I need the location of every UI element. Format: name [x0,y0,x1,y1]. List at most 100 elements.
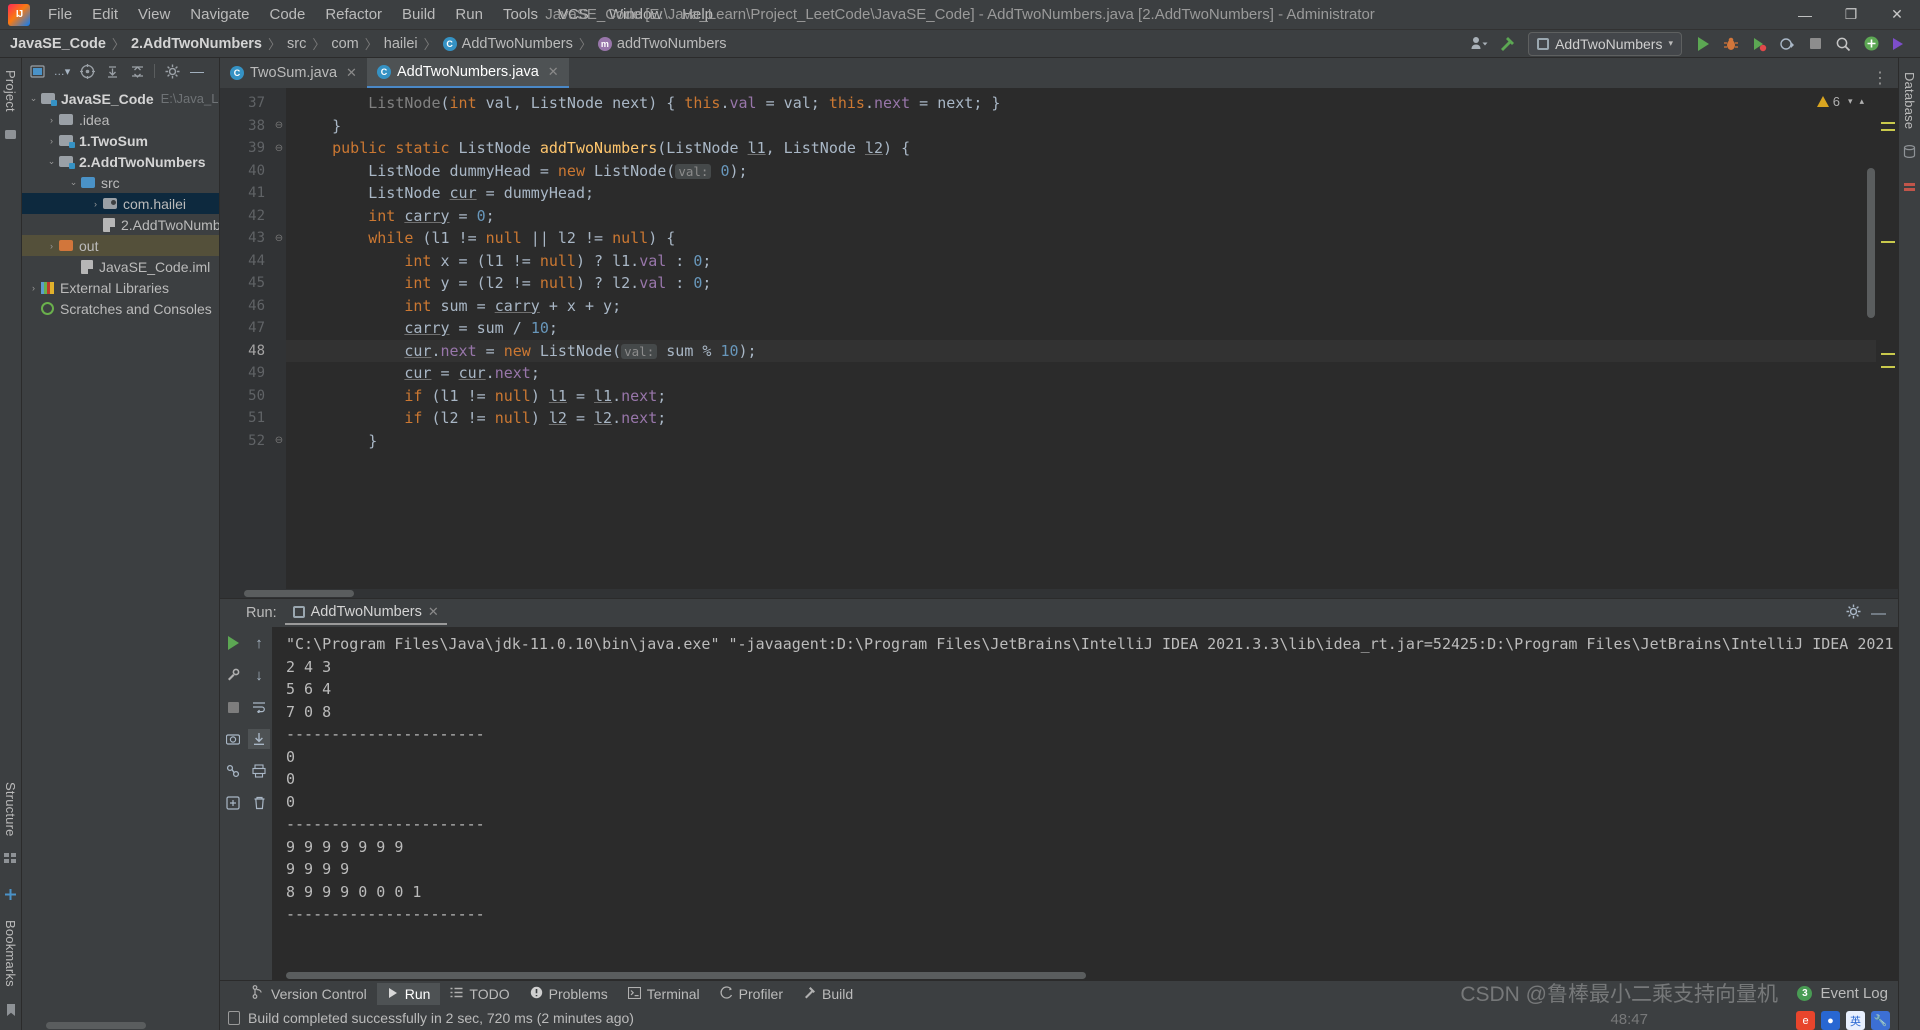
database-icon[interactable] [1903,145,1916,161]
menu-view[interactable]: View [128,2,180,27]
fold-marker[interactable]: ⊖ [272,430,286,453]
inspection-warnings-badge[interactable]: 6 ▾ ▴ [1816,94,1864,109]
tree-node-src[interactable]: ⌄ src [22,172,219,193]
menu-file[interactable]: File [38,2,82,27]
debug-button[interactable] [1718,32,1744,56]
system-tray[interactable]: e ● 英 🔧 [1796,1011,1890,1030]
chevron-down-icon[interactable]: ⌄ [44,156,59,167]
tray-settings-icon[interactable]: 🔧 [1871,1011,1890,1030]
chevron-right-icon[interactable]: › [44,136,59,146]
window-controls[interactable]: — ❐ ✕ [1782,0,1920,30]
updates-icon[interactable] [1858,32,1884,56]
breadcrumb-src[interactable]: src [287,36,306,52]
close-button[interactable]: ✕ [1874,0,1920,30]
ide-extra-icon[interactable] [1886,32,1912,56]
chevron-down-icon[interactable]: ⌄ [66,177,81,188]
tab-addtwonumbers-java[interactable]: C AddTwoNumbers.java ✕ [366,58,569,88]
close-icon[interactable]: ✕ [346,65,357,81]
tree-node-1-twosum[interactable]: › 1.TwoSum [22,130,219,151]
breadcrumb-module[interactable]: 2.AddTwoNumbers [131,36,262,52]
menu-help[interactable]: Help [672,2,723,27]
structure-grid-icon[interactable] [4,852,17,868]
menu-code[interactable]: Code [259,2,315,27]
rerun-button[interactable] [222,633,244,653]
breadcrumb-hailei[interactable]: hailei [384,36,418,52]
gear-icon[interactable] [1846,604,1861,623]
console-horizontal-scrollbar[interactable] [272,970,1898,980]
fold-marker[interactable]: ⊖ [272,115,286,138]
hide-panel-icon[interactable]: — [1871,605,1886,622]
toolwindow-problems[interactable]: Problems [520,983,618,1005]
chevron-down-icon[interactable]: ⌄ [26,93,41,104]
locate-file-icon[interactable] [76,61,98,81]
minimize-button[interactable]: — [1782,0,1828,30]
clear-all-icon[interactable] [248,793,270,813]
breadcrumb-class[interactable]: C AddTwoNumbers [442,36,573,52]
toolwindow-todo[interactable]: TODO [440,983,519,1005]
editor-horizontal-scrollbar[interactable] [220,589,1898,598]
menu-run[interactable]: Run [445,2,493,27]
breadcrumb-com[interactable]: com [331,36,358,52]
tree-node-idea[interactable]: › .idea [22,109,219,130]
menu-bar[interactable]: File Edit View Navigate Code Refactor Bu… [38,2,723,27]
code-editor[interactable]: 37 38 39 40 41 42 43 44 45 46 47 48 49 5… [220,88,1898,589]
chevron-up-icon[interactable]: ▴ [1859,96,1864,107]
toolwindow-profiler[interactable]: Profiler [710,983,793,1005]
menu-edit[interactable]: Edit [82,2,128,27]
collapse-all-icon[interactable] [126,61,148,81]
toolwindow-event-log[interactable]: Event Log [1820,985,1888,1002]
scroll-up-icon[interactable]: ↑ [248,633,270,653]
hide-panel-icon[interactable]: — [186,61,208,81]
editor-vertical-scrollbar[interactable] [1867,168,1875,318]
project-view-dropdown[interactable]: …▾ [51,61,73,81]
menu-navigate[interactable]: Navigate [180,2,259,27]
run-configuration-selector[interactable]: AddTwoNumbers ▾ [1528,31,1682,56]
tree-node-out[interactable]: › out [22,235,219,256]
toolwindow-version-control[interactable]: Version Control [242,982,377,1005]
run-button[interactable] [1690,32,1716,56]
run-header-actions[interactable]: — [1846,604,1898,623]
edit-configuration-button[interactable] [222,665,244,685]
editor-tab-actions[interactable]: ⋮ [1872,68,1898,88]
rail-bookmarks-label[interactable]: Bookmarks [3,914,18,993]
commit-icon[interactable] [4,128,17,144]
fold-marker[interactable]: ⊖ [272,137,286,160]
close-icon[interactable]: ✕ [428,604,439,620]
chevron-right-icon[interactable]: › [44,115,59,125]
restore-layout-button[interactable] [222,793,244,813]
toolwindow-terminal[interactable]: Terminal [618,983,710,1005]
menu-tools[interactable]: Tools [493,2,548,27]
project-view-selector[interactable] [26,61,48,81]
expand-all-icon[interactable] [101,61,123,81]
chevron-right-icon[interactable]: › [88,199,103,209]
project-hscrollbar[interactable] [22,1020,219,1030]
run-with-coverage-button[interactable] [1746,32,1772,56]
profile-button[interactable] [1774,32,1800,56]
more-options-icon[interactable]: ⋮ [1872,68,1890,88]
chevron-right-icon[interactable]: › [44,241,59,251]
stop-button[interactable] [222,697,244,717]
stop-button[interactable] [1802,32,1828,56]
notifications-icon[interactable] [1903,181,1916,197]
tray-app-icon[interactable]: ● [1821,1011,1840,1030]
rail-project-label[interactable]: Project [3,64,18,118]
tree-node-scratches[interactable]: Scratches and Consoles [22,298,219,319]
console-output[interactable]: "C:\Program Files\Java\jdk-11.0.10\bin\j… [272,627,1898,980]
chevron-down-icon[interactable]: ▾ [1848,96,1853,107]
tree-node-addtwonumbers-iml[interactable]: 2.AddTwoNumbers [22,214,219,235]
run-tab-addtwonumbers[interactable]: AddTwoNumbers ✕ [284,601,447,625]
editor-marker-bar[interactable] [1876,88,1898,589]
project-tree[interactable]: ⌄ JavaSE_Code E:\Java_Lear › .idea › 1.T… [22,84,219,1020]
menu-build[interactable]: Build [392,2,445,27]
camera-button[interactable] [222,729,244,749]
maximize-button[interactable]: ❐ [1828,0,1874,30]
favorites-icon[interactable] [4,888,17,904]
thread-dump-button[interactable] [222,761,244,781]
menu-window[interactable]: Window [599,2,672,27]
toolwindow-run[interactable]: Run [376,982,441,1005]
scroll-to-end-icon[interactable] [248,729,270,749]
menu-vcs[interactable]: VCS [548,2,599,27]
tree-node-com-hailei[interactable]: › com.hailei [22,193,219,214]
tray-browser-icon[interactable]: e [1796,1011,1815,1030]
rail-structure-label[interactable]: Structure [3,776,18,843]
